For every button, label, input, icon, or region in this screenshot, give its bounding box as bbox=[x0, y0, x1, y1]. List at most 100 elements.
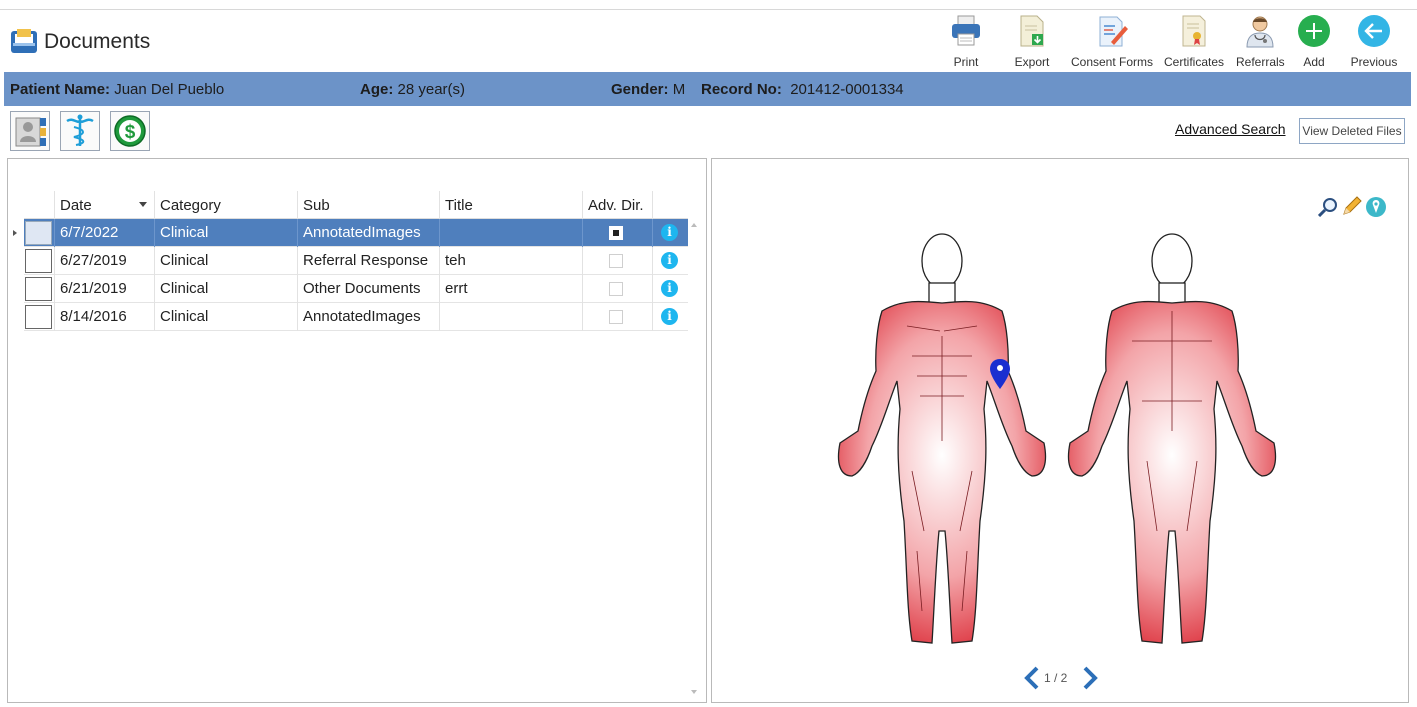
medical-button[interactable] bbox=[60, 111, 100, 151]
add-button[interactable]: Add bbox=[1296, 14, 1332, 69]
top-divider bbox=[0, 0, 1417, 10]
export-label: Export bbox=[1014, 55, 1050, 69]
scroll-up-icon[interactable] bbox=[691, 223, 697, 227]
gender-label: Gender: bbox=[611, 81, 669, 98]
age-value: 28 year(s) bbox=[397, 81, 466, 98]
anatomy-muscle-diagram bbox=[837, 233, 1277, 644]
plus-icon bbox=[1298, 15, 1330, 47]
export-button[interactable]: Export bbox=[1012, 14, 1052, 69]
table-row[interactable]: 8/14/2016 Clinical AnnotatedImages i bbox=[24, 303, 688, 331]
add-label: Add bbox=[1303, 55, 1325, 69]
referrals-label: Referrals bbox=[1236, 55, 1285, 69]
row-selector[interactable] bbox=[25, 277, 52, 301]
record-value: 201412-0001334 bbox=[790, 81, 904, 98]
page-indicator: 1 / 2 bbox=[1044, 671, 1068, 685]
cell-date: 6/21/2019 bbox=[54, 275, 154, 303]
current-row-indicator-icon bbox=[13, 230, 17, 236]
age-field: Age: 28 year(s) bbox=[360, 81, 465, 98]
documents-window: Documents Print Export Consent Forms Cer… bbox=[0, 0, 1417, 707]
row-header[interactable] bbox=[24, 303, 54, 331]
page-title: Documents bbox=[44, 30, 151, 53]
cell-sub: AnnotatedImages bbox=[297, 219, 439, 247]
table-row[interactable]: 6/7/2022 Clinical AnnotatedImages i bbox=[24, 219, 688, 247]
column-category[interactable]: Category bbox=[154, 191, 297, 219]
certificate-icon bbox=[1182, 15, 1206, 47]
row-header[interactable] bbox=[24, 275, 54, 303]
printer-icon bbox=[952, 15, 980, 46]
cell-adv-dir bbox=[582, 303, 652, 331]
column-adv-dir[interactable]: Adv. Dir. bbox=[582, 191, 652, 219]
doctor-icon bbox=[1246, 16, 1274, 48]
cell-title bbox=[439, 303, 582, 331]
column-date-label: Date bbox=[60, 197, 92, 214]
cell-category: Clinical bbox=[154, 219, 297, 247]
scroll-down-icon[interactable] bbox=[691, 690, 697, 694]
table-row[interactable]: 6/27/2019 Clinical Referral Response teh… bbox=[24, 247, 688, 275]
cell-title: errt bbox=[439, 275, 582, 303]
table-row[interactable]: 6/21/2019 Clinical Other Documents errt … bbox=[24, 275, 688, 303]
consent-form-icon bbox=[1099, 16, 1128, 47]
info-icon[interactable]: i bbox=[661, 224, 678, 241]
certificates-label: Certificates bbox=[1163, 55, 1225, 69]
dollar-icon: $ bbox=[114, 115, 146, 147]
advanced-search-link[interactable]: Advanced Search bbox=[1175, 121, 1286, 137]
consent-forms-label: Consent Forms bbox=[1070, 55, 1154, 69]
cell-date: 6/27/2019 bbox=[54, 247, 154, 275]
adv-dir-checkbox[interactable] bbox=[609, 310, 623, 324]
view-deleted-files-button[interactable]: View Deleted Files bbox=[1299, 118, 1405, 144]
row-selector[interactable] bbox=[25, 249, 52, 273]
patient-name-value: Juan Del Pueblo bbox=[114, 81, 225, 98]
document-preview-panel: 1 / 2 bbox=[711, 158, 1409, 703]
cell-info: i bbox=[652, 275, 688, 303]
chevron-left-icon[interactable] bbox=[1022, 666, 1042, 690]
column-sub[interactable]: Sub bbox=[297, 191, 439, 219]
row-header-column bbox=[24, 191, 54, 219]
patient-info-bar: Patient Name: Juan Del Pueblo Age: 28 ye… bbox=[4, 72, 1411, 106]
zoom-icon[interactable] bbox=[1318, 197, 1338, 217]
cell-category: Clinical bbox=[154, 275, 297, 303]
column-title[interactable]: Title bbox=[439, 191, 582, 219]
cell-date: 6/7/2022 bbox=[54, 219, 154, 247]
cell-info: i bbox=[652, 247, 688, 275]
consent-forms-button[interactable]: Consent Forms bbox=[1070, 14, 1154, 69]
print-button[interactable]: Print bbox=[946, 14, 986, 69]
svg-text:$: $ bbox=[125, 122, 136, 143]
info-icon[interactable]: i bbox=[661, 308, 678, 325]
record-label: Record No: bbox=[701, 81, 782, 98]
caduceus-icon bbox=[66, 114, 94, 146]
gender-value: M bbox=[672, 81, 686, 98]
column-date[interactable]: Date bbox=[54, 191, 154, 219]
billing-button[interactable]: $ bbox=[110, 111, 150, 151]
row-header[interactable] bbox=[24, 247, 54, 275]
patient-name-label: Patient Name: bbox=[10, 81, 111, 98]
cell-info: i bbox=[652, 219, 688, 247]
header: Documents Print Export Consent Forms Cer… bbox=[0, 10, 1417, 72]
adv-dir-checkbox[interactable] bbox=[609, 226, 623, 240]
row-selector[interactable] bbox=[25, 305, 52, 329]
chevron-right-icon[interactable] bbox=[1080, 666, 1100, 690]
export-icon bbox=[1020, 15, 1044, 47]
grid-scrollbar[interactable] bbox=[688, 219, 701, 702]
row-selector[interactable] bbox=[25, 221, 52, 245]
front-view-figure bbox=[837, 233, 1047, 644]
back-view-figure bbox=[1067, 233, 1277, 644]
pencil-icon[interactable] bbox=[1342, 196, 1362, 216]
demographics-icon bbox=[15, 117, 46, 147]
previous-button[interactable]: Previous bbox=[1348, 14, 1400, 69]
cell-category: Clinical bbox=[154, 303, 297, 331]
row-header[interactable] bbox=[24, 219, 54, 247]
annotation-marker-icon[interactable] bbox=[1365, 196, 1387, 218]
cell-info: i bbox=[652, 303, 688, 331]
documents-list-panel: Date Category Sub Title Adv. Dir. 6/7/20… bbox=[7, 158, 707, 703]
info-icon[interactable]: i bbox=[661, 252, 678, 269]
certificates-button[interactable]: Certificates bbox=[1163, 14, 1225, 69]
demographics-button[interactable] bbox=[10, 111, 50, 151]
adv-dir-checkbox[interactable] bbox=[609, 282, 623, 296]
column-info bbox=[652, 191, 688, 219]
adv-dir-checkbox[interactable] bbox=[609, 254, 623, 268]
referrals-button[interactable]: Referrals bbox=[1236, 14, 1285, 69]
cell-sub: Referral Response bbox=[297, 247, 439, 275]
info-icon[interactable]: i bbox=[661, 280, 678, 297]
documents-icon bbox=[11, 29, 37, 53]
cell-title: teh bbox=[439, 247, 582, 275]
